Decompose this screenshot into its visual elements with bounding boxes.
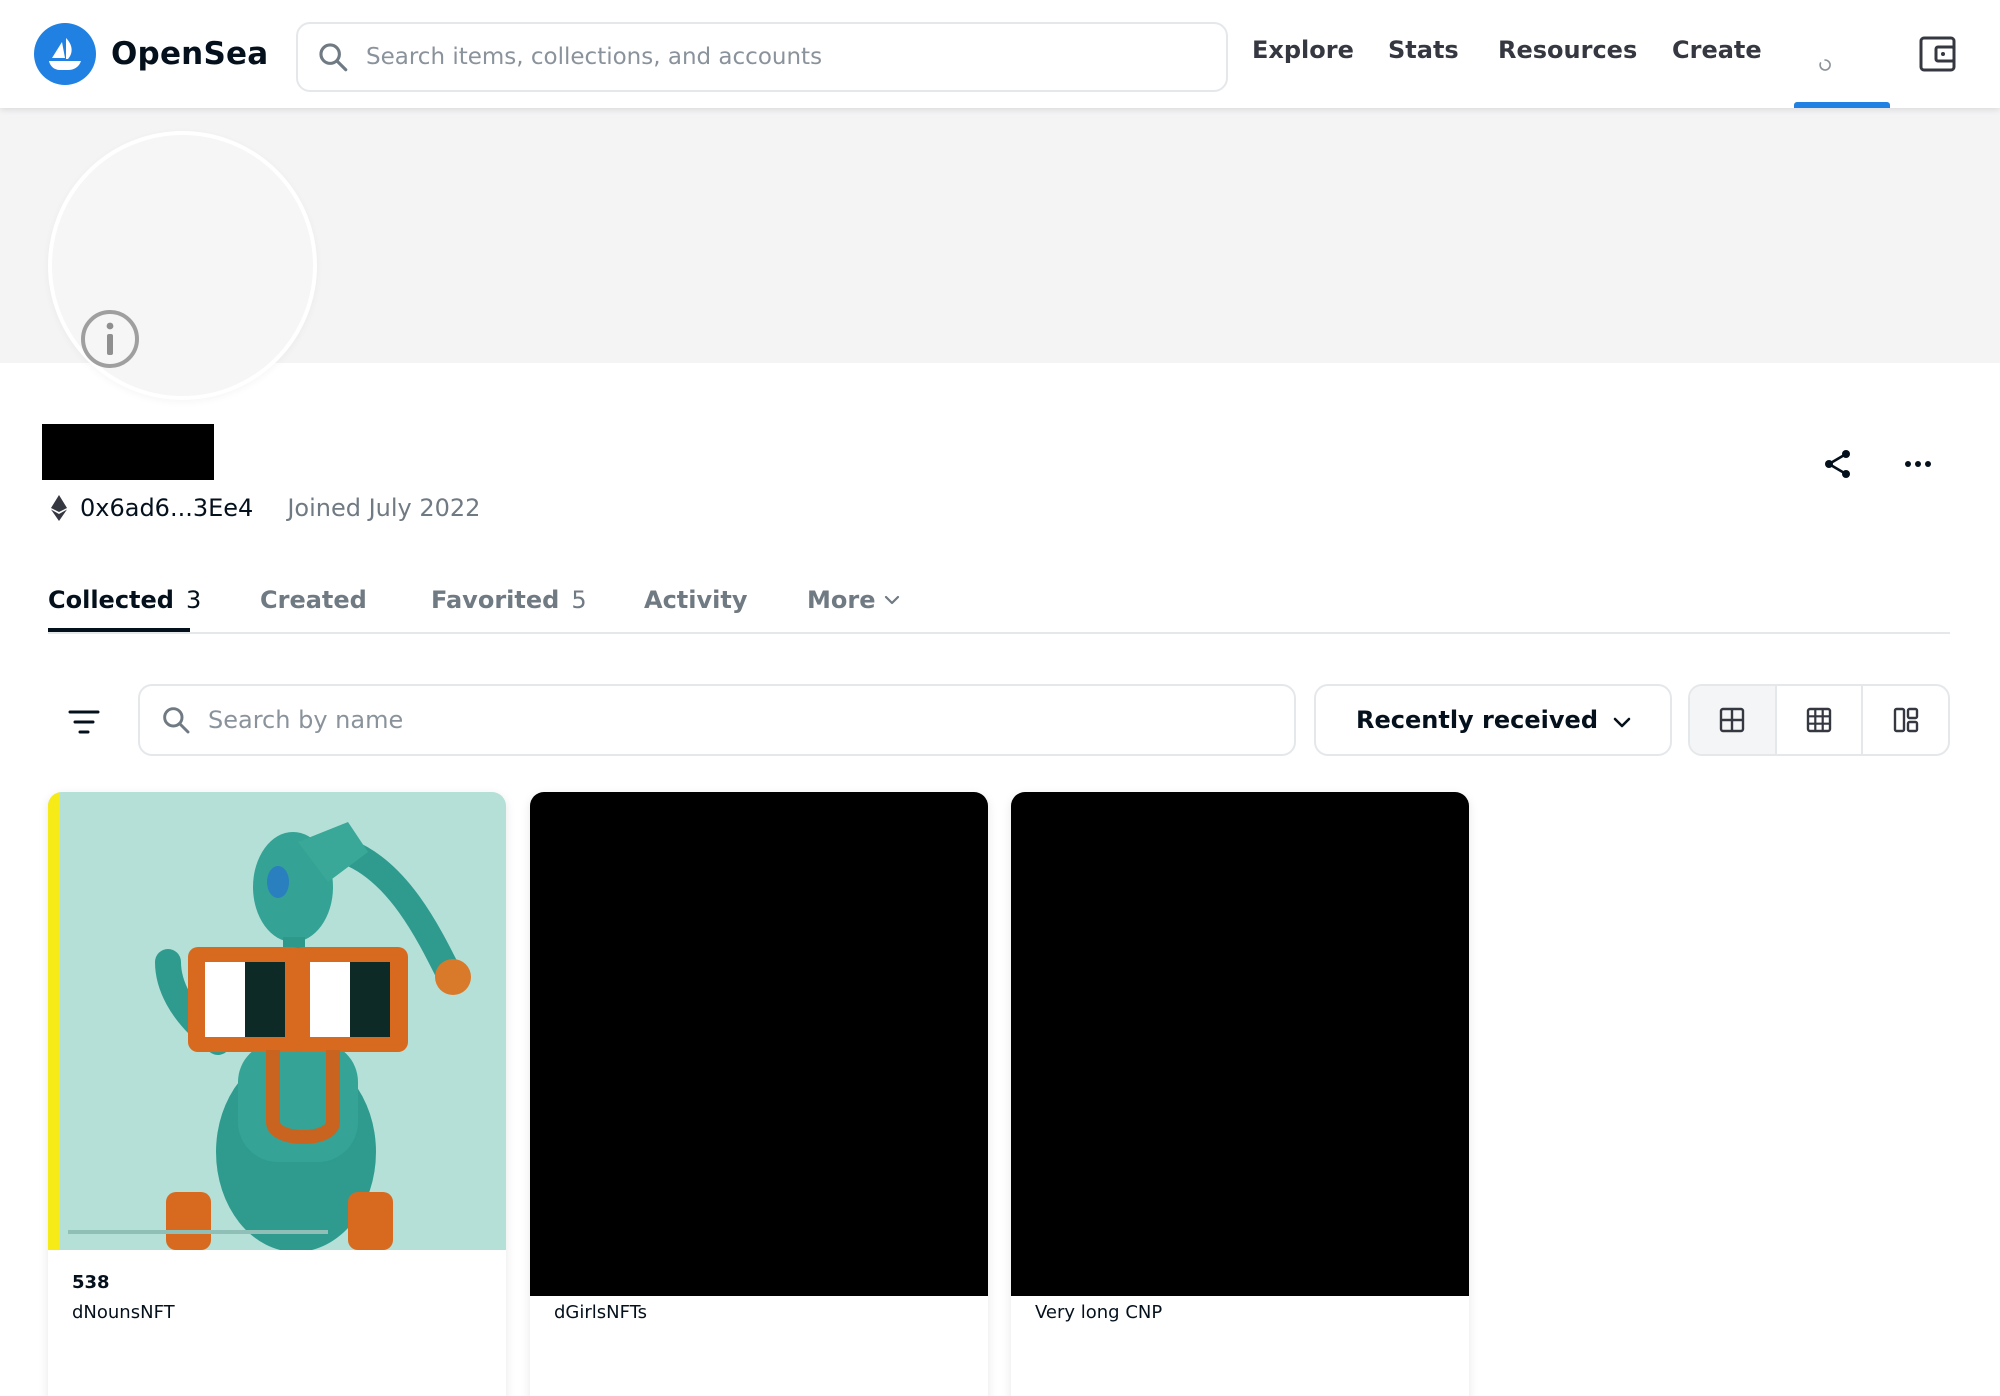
nft-card[interactable]: dGirlsNFTs <box>530 792 988 1396</box>
tab-created[interactable]: Created <box>260 582 367 618</box>
joined-date: Joined July 2022 <box>287 494 481 522</box>
nft-card[interactable]: Very long CNP <box>1011 792 1469 1396</box>
share-icon[interactable] <box>1818 444 1858 484</box>
profile-tabs: Collected 3 Created Favorited 5 Activity… <box>48 582 1950 634</box>
search-icon <box>163 707 190 734</box>
nft-image-redacted <box>530 792 988 1296</box>
nav-stats[interactable]: Stats <box>1388 36 1459 64</box>
tab-more[interactable]: More <box>807 582 901 618</box>
opensea-boat-icon <box>34 23 96 85</box>
tab-label: Favorited <box>431 586 560 614</box>
chevron-down-icon <box>1613 717 1631 728</box>
sort-selected-value: Recently received <box>1356 706 1598 734</box>
tab-favorited[interactable]: Favorited 5 <box>431 582 587 618</box>
sort-dropdown[interactable]: Recently received <box>1314 684 1672 756</box>
ethereum-icon <box>51 495 67 521</box>
robot-artwork <box>68 822 471 1250</box>
opensea-logo[interactable]: OpenSea <box>34 23 268 85</box>
nft-image-redacted <box>1011 792 1469 1296</box>
brand-name: OpenSea <box>111 36 269 72</box>
nft-card[interactable]: 538 dNounsNFT <box>48 792 506 1396</box>
nft-collection-name[interactable]: dNounsNFT <box>72 1302 175 1323</box>
tab-label: More <box>807 586 876 614</box>
nft-collection-name[interactable]: Very long CNP <box>1035 1302 1162 1323</box>
view-large-grid-button[interactable] <box>1690 686 1775 754</box>
small-grid-icon <box>1806 707 1832 733</box>
tab-count: 3 <box>186 586 202 614</box>
nav-explore[interactable]: Explore <box>1252 36 1354 64</box>
nft-token-id: 538 <box>72 1272 110 1293</box>
top-navigation-bar: OpenSea Explore Stats Resources Create <box>0 0 2000 108</box>
items-search-input[interactable] <box>208 706 1258 734</box>
profile-avatar[interactable] <box>48 131 317 400</box>
nft-collection-name[interactable]: dGirlsNFTs <box>554 1302 647 1323</box>
wallet-icon[interactable] <box>1918 34 1958 74</box>
loading-spinner-icon <box>1819 59 1831 71</box>
profile-meta: 0x6ad6...3Ee4 Joined July 2022 <box>50 494 480 522</box>
active-nav-indicator <box>1794 102 1890 108</box>
nav-create[interactable]: Create <box>1672 36 1762 64</box>
tab-count: 5 <box>571 586 587 614</box>
tab-label: Created <box>260 586 367 614</box>
global-search[interactable] <box>296 22 1228 92</box>
view-masonry-button[interactable] <box>1861 686 1948 754</box>
wallet-address[interactable]: 0x6ad6...3Ee4 <box>80 494 253 522</box>
view-small-grid-button[interactable] <box>1774 686 1862 754</box>
active-tab-indicator <box>48 628 190 632</box>
masonry-grid-icon <box>1893 707 1918 733</box>
tab-activity[interactable]: Activity <box>644 582 748 618</box>
nav-resources[interactable]: Resources <box>1498 36 1637 64</box>
info-icon <box>81 310 139 368</box>
grid-size-toggle <box>1688 684 1950 756</box>
profile-name-redacted <box>42 424 214 480</box>
tab-collected[interactable]: Collected 3 <box>48 582 201 618</box>
nft-image <box>48 792 506 1250</box>
items-search[interactable] <box>138 684 1296 756</box>
tab-label: Activity <box>644 586 748 614</box>
chevron-down-icon <box>885 595 900 605</box>
tab-label: Collected <box>48 586 174 614</box>
search-icon <box>319 43 348 72</box>
filter-icon[interactable] <box>66 704 102 740</box>
more-horizontal-icon[interactable] <box>1898 444 1938 484</box>
large-grid-icon <box>1720 707 1745 733</box>
global-search-input[interactable] <box>366 44 1186 70</box>
